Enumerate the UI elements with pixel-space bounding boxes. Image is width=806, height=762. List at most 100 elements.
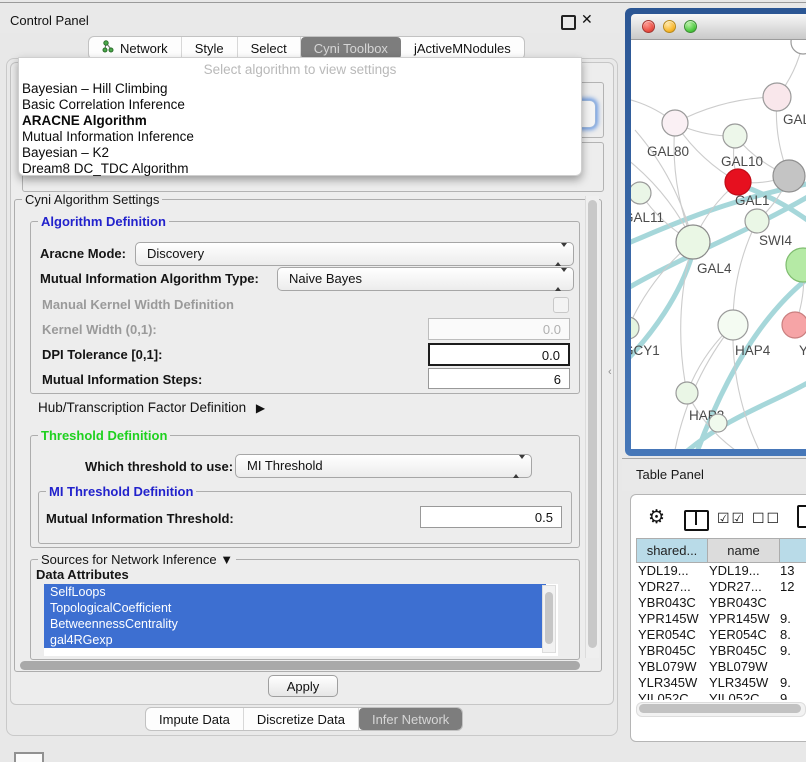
table-row[interactable]: YBR043CYBR043C	[636, 595, 806, 611]
hub-definition-expander[interactable]: Hub/Transcription Factor Definition ▶	[38, 400, 265, 415]
zoom-green-icon[interactable]	[684, 20, 697, 33]
table-row[interactable]: YIL052CYIL052C9	[636, 691, 806, 700]
network-node[interactable]	[791, 40, 806, 54]
tab-network[interactable]: Network	[89, 37, 182, 59]
table-cell[interactable]: YBR043C	[705, 595, 776, 611]
table-cell[interactable]: YBR045C	[636, 643, 705, 659]
table-cell[interactable]: YIL052C	[636, 691, 705, 700]
settings-horizontal-scrollbar[interactable]	[18, 660, 584, 671]
table-cell[interactable]: 12	[776, 579, 806, 595]
table-cell[interactable]: YDR27...	[705, 579, 776, 595]
network-view-canvas[interactable]: GALGAL80GAL10GAL1GAL11SWI4GAL4GCY1HAP4YH…	[631, 40, 806, 449]
minimize-yellow-icon[interactable]	[663, 20, 676, 33]
table-row[interactable]: YER054CYER054C8.	[636, 627, 806, 643]
table-cell[interactable]: YPR145W	[705, 611, 776, 627]
table-horizontal-scrollbar[interactable]	[636, 702, 806, 717]
table-cell[interactable]: YER054C	[705, 627, 776, 643]
network-node[interactable]	[773, 160, 805, 192]
table-cell[interactable]: 9.	[776, 675, 806, 691]
network-node-y[interactable]	[782, 312, 806, 338]
split-view-icon[interactable]	[684, 510, 709, 531]
network-node-gcy1[interactable]	[631, 317, 639, 339]
attribute-list-item[interactable]: gal4RGexp	[44, 632, 546, 648]
mi-threshold-field[interactable]: 0.5	[420, 506, 562, 528]
minimized-panel-icon[interactable]	[14, 752, 44, 762]
close-icon[interactable]: ✕	[581, 11, 593, 28]
tab-cyni-toolbox[interactable]: Cyni Toolbox	[301, 37, 401, 59]
network-node-gal10[interactable]	[723, 124, 747, 148]
tab-style[interactable]: Style	[182, 37, 238, 59]
dropdown-item[interactable]: Bayesian – Hill Climbing	[21, 81, 577, 97]
unchecked-boxes-icon[interactable]: ☐☐	[752, 510, 781, 527]
dpi-tolerance-field[interactable]: 0.0	[428, 343, 570, 366]
table-cell[interactable]: YDR27...	[636, 579, 705, 595]
collapse-down-triangle-icon[interactable]: ▼	[220, 552, 233, 567]
float-window-icon[interactable]	[561, 15, 576, 30]
network-node-swi4[interactable]	[745, 209, 769, 233]
table-row[interactable]: YBL079WYBL079W	[636, 659, 806, 675]
table-row[interactable]: YDL19...YDL19...13	[636, 563, 806, 579]
settings-vertical-scrollbar-thumb[interactable]	[588, 200, 597, 648]
table-cell[interactable]: YIL052C	[705, 691, 776, 700]
table-cell[interactable]: 13	[776, 563, 806, 579]
settings-horizontal-scrollbar-thumb[interactable]	[20, 661, 580, 670]
network-node-hap2[interactable]	[676, 382, 698, 404]
network-node[interactable]	[786, 248, 806, 282]
network-node-gal1[interactable]	[725, 169, 751, 195]
attributes-scrollbar-thumb[interactable]	[545, 592, 553, 644]
panel-divider-handle[interactable]: ‹	[608, 366, 612, 378]
tab-discretize-data[interactable]: Discretize Data	[244, 708, 359, 730]
checked-boxes-icon[interactable]: ☑☑	[717, 510, 746, 527]
table-row[interactable]: YPR145WYPR145W9.	[636, 611, 806, 627]
close-red-icon[interactable]	[642, 20, 655, 33]
tab-impute-data[interactable]: Impute Data	[146, 708, 244, 730]
expand-right-triangle-icon[interactable]: ▶	[256, 401, 265, 415]
table-cell[interactable]: YLR345W	[705, 675, 776, 691]
apply-button[interactable]: Apply	[268, 675, 338, 697]
dropdown-item[interactable]: Basic Correlation Inference	[21, 97, 577, 113]
attribute-list-item[interactable]: SelfLoops	[44, 584, 546, 600]
tab-jactivemnodules[interactable]: jActiveMNodules	[401, 37, 524, 59]
table-cell[interactable]: YLR345W	[636, 675, 705, 691]
tab-infer-network[interactable]: Infer Network	[359, 708, 462, 730]
table-cell[interactable]: YBL079W	[705, 659, 776, 675]
network-node-gal11[interactable]	[631, 182, 651, 204]
mi-steps-field[interactable]: 6	[428, 368, 570, 389]
table-column-header[interactable]: shared...	[636, 538, 708, 563]
table-cell[interactable]: YBR043C	[636, 595, 705, 611]
table-column-header[interactable]	[780, 538, 806, 563]
dropdown-item[interactable]: ARACNE Algorithm	[21, 113, 577, 129]
network-node-hap4[interactable]	[718, 310, 748, 340]
network-node[interactable]	[709, 414, 727, 432]
kernel-width-field[interactable]: 0.0	[428, 318, 570, 340]
table-horizontal-scrollbar-thumb[interactable]	[639, 704, 801, 713]
manual-kernel-width-checkbox[interactable]	[553, 297, 569, 313]
aracne-mode-select[interactable]: Discovery	[135, 242, 574, 266]
attribute-list-item[interactable]: BetweennessCentrality	[44, 616, 546, 632]
network-node-gal4[interactable]	[676, 225, 710, 259]
file-icon[interactable]	[797, 505, 806, 528]
settings-vertical-scrollbar[interactable]	[585, 196, 599, 658]
dropdown-item[interactable]: Bayesian – K2	[21, 145, 577, 161]
table-cell[interactable]: YBL079W	[636, 659, 705, 675]
table-cell[interactable]: YDL19...	[705, 563, 776, 579]
mi-algorithm-type-select[interactable]: Naive Bayes	[277, 267, 574, 291]
table-cell[interactable]	[776, 659, 806, 675]
network-node-gal80[interactable]	[662, 110, 688, 136]
dropdown-item[interactable]: Mutual Information Inference	[21, 129, 577, 145]
tab-select[interactable]: Select	[238, 37, 301, 59]
network-node-gal[interactable]	[763, 83, 791, 111]
table-row[interactable]: YDR27...YDR27...12	[636, 579, 806, 595]
table-row[interactable]: YLR345WYLR345W9.	[636, 675, 806, 691]
attributes-scrollbar[interactable]	[542, 585, 556, 653]
table-column-header[interactable]: name	[708, 538, 780, 563]
table-cell[interactable]: YDL19...	[636, 563, 705, 579]
which-threshold-select[interactable]: MI Threshold	[235, 454, 532, 478]
table-cell[interactable]: YER054C	[636, 627, 705, 643]
table-row[interactable]: YBR045CYBR045C9.	[636, 643, 806, 659]
table-cell[interactable]: YPR145W	[636, 611, 705, 627]
table-cell[interactable]: 9.	[776, 643, 806, 659]
table-cell[interactable]	[776, 595, 806, 611]
table-cell[interactable]: 9	[776, 691, 806, 700]
table-cell[interactable]: YBR045C	[705, 643, 776, 659]
